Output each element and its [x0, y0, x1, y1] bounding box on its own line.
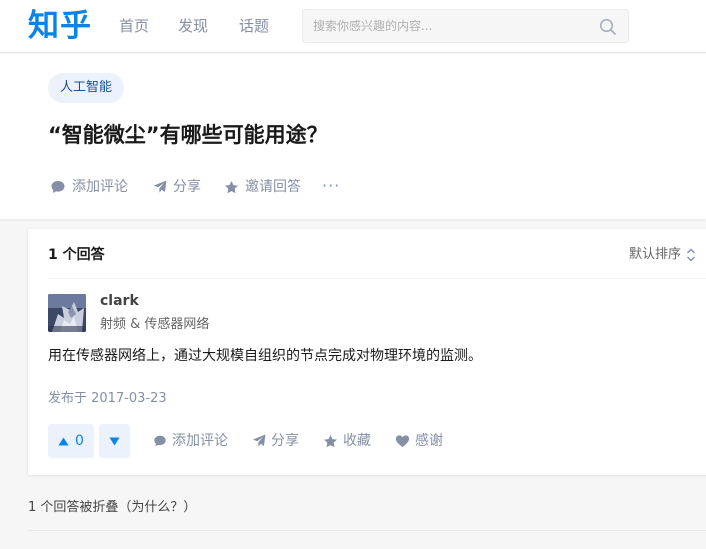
invite-answer-button[interactable]: 邀请回答 [224, 177, 301, 197]
share-icon [252, 434, 266, 447]
share-label: 分享 [271, 433, 299, 449]
heart-icon [395, 435, 410, 448]
upvote-count: 0 [75, 433, 84, 449]
share-icon [153, 180, 167, 193]
question-header: 人工智能 “智能微尘”有哪些可能用途？ 添加评论 分享 邀请回答 ··· [0, 54, 706, 219]
search-icon[interactable] [599, 18, 617, 36]
sort-label: 默认排序 [629, 247, 682, 262]
triangle-down-icon [109, 437, 120, 445]
downvote-button[interactable] [99, 424, 130, 458]
author-name[interactable]: clark [100, 291, 139, 311]
answer-count: 1 个回答 [48, 247, 105, 263]
thanks-label: 感谢 [415, 433, 443, 449]
search-box [302, 9, 629, 43]
answer-list-header: 1 个回答 默认排序 [48, 229, 706, 279]
collapsed-answers-link[interactable]: 1 个回答被折叠（为什么？） [28, 498, 196, 518]
avatar-robot-image [48, 294, 86, 332]
question-title: “智能微尘”有哪些可能用途？ [48, 123, 328, 147]
more-options-button[interactable]: ··· [322, 176, 340, 196]
star-icon [225, 180, 238, 193]
divider [28, 530, 706, 531]
zhihu-logo[interactable]: 知乎 [28, 6, 92, 46]
triangle-up-icon [58, 437, 69, 445]
comment-label: 添加评论 [72, 179, 128, 195]
comment-icon [154, 435, 166, 447]
answer-content: 用在传感器网络上，通过大规模自组织的节点完成对物理环境的监测。 [48, 348, 482, 364]
collect-label: 收藏 [343, 433, 371, 449]
author-bio: 射频 & 传感器网络 [100, 317, 210, 332]
thanks-button[interactable]: 感谢 [395, 431, 443, 451]
top-navbar: 知乎 首页 发现 话题 [0, 0, 706, 53]
sort-dropdown[interactable]: 默认排序 [629, 245, 696, 265]
avatar[interactable] [48, 294, 86, 332]
star-icon [324, 434, 337, 447]
share-label: 分享 [173, 179, 201, 195]
nav-discover[interactable]: 发现 [178, 16, 208, 36]
search-input[interactable] [313, 17, 583, 35]
nav-home[interactable]: 首页 [119, 16, 149, 36]
invite-label: 邀请回答 [245, 179, 301, 195]
answer-list-card: 1 个回答 默认排序 clark 射频 & 传感器网络 用在传感器网络上，通过大… [28, 229, 706, 475]
topic-tag[interactable]: 人工智能 [48, 73, 125, 103]
question-comment-button[interactable]: 添加评论 [50, 177, 128, 197]
nav-topics[interactable]: 话题 [239, 16, 269, 36]
answer-share-button[interactable]: 分享 [252, 431, 299, 451]
sort-chevron-icon [687, 248, 696, 262]
collect-button[interactable]: 收藏 [323, 431, 371, 451]
comment-label: 添加评论 [172, 433, 228, 449]
publish-date[interactable]: 发布于 2017-03-23 [48, 389, 167, 409]
comment-icon [51, 181, 65, 193]
upvote-button[interactable]: 0 [48, 424, 94, 458]
answer-comment-button[interactable]: 添加评论 [153, 431, 228, 451]
question-share-button[interactable]: 分享 [153, 177, 201, 197]
